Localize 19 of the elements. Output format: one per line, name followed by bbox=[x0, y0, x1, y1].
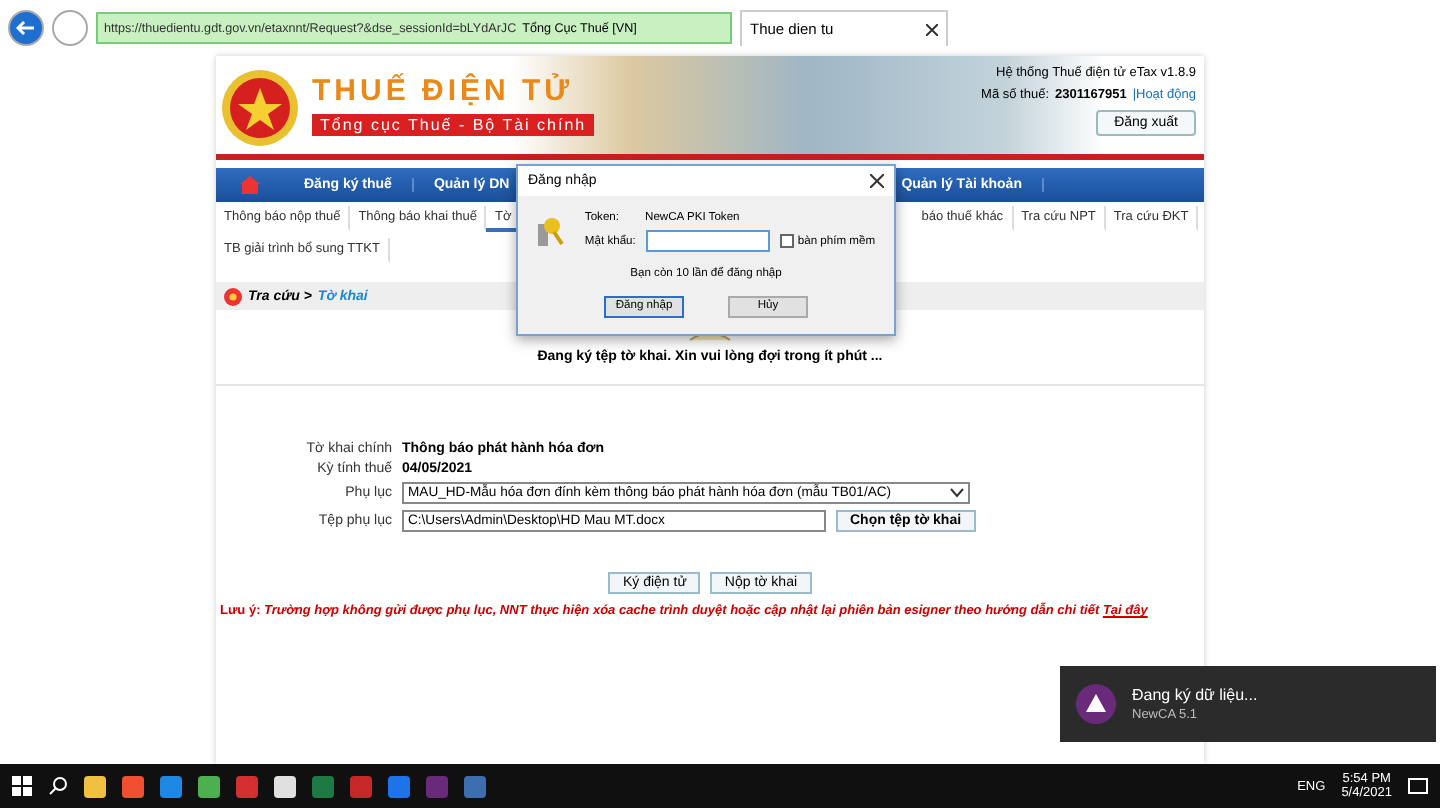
windows-start-icon[interactable] bbox=[12, 776, 32, 796]
arrow-left-icon bbox=[16, 20, 36, 36]
notification-icon[interactable] bbox=[1408, 777, 1428, 795]
logo-subtitle: Tổng cục Thuế - Bộ Tài chính bbox=[312, 114, 595, 136]
key-icon bbox=[536, 216, 565, 248]
close-icon[interactable] bbox=[926, 23, 938, 35]
back-button[interactable] bbox=[8, 10, 44, 46]
app-icon[interactable] bbox=[274, 775, 296, 797]
emblem-icon bbox=[224, 287, 242, 305]
close-icon[interactable] bbox=[870, 174, 884, 188]
app-logo-icon bbox=[1076, 684, 1116, 724]
search-icon[interactable] bbox=[48, 776, 68, 796]
app-icon[interactable] bbox=[198, 775, 220, 797]
app-icon[interactable] bbox=[84, 775, 106, 797]
notification-title: Đang ký dữ liệu... bbox=[1132, 686, 1258, 704]
emblem-icon bbox=[220, 68, 300, 148]
chevron-icon bbox=[950, 488, 964, 498]
password-field[interactable] bbox=[645, 230, 770, 252]
logo-title: THUẾ ĐIỆN TỬ bbox=[312, 74, 576, 108]
